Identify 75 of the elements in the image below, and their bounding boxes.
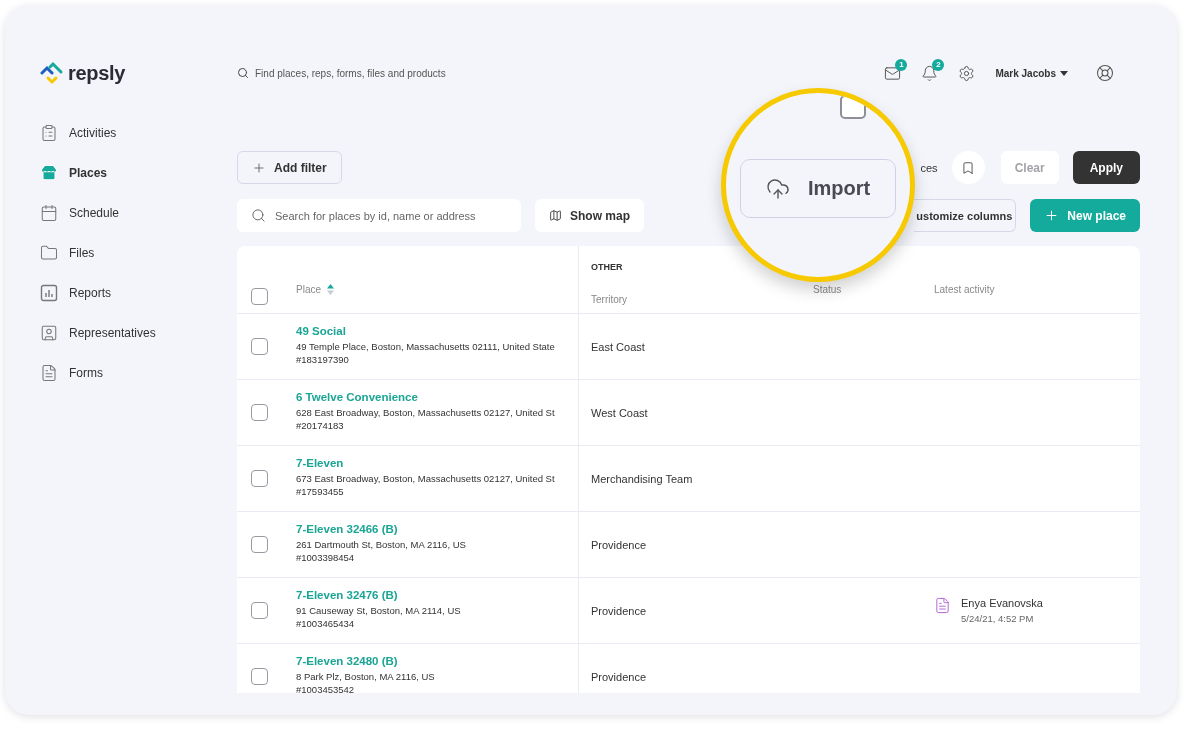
search-icon xyxy=(251,208,266,223)
add-filter-button[interactable]: Add filter xyxy=(237,151,342,184)
place-id: #1003453542 xyxy=(296,684,356,693)
address-text: 49 Temple Place, Boston, Massachusetts 02111, United State xyxy=(296,341,556,352)
place-id: #1003398454 xyxy=(296,552,356,563)
activity-time: 5/24/21, 4:52 PM xyxy=(961,613,1035,624)
plus-icon xyxy=(252,160,266,175)
column-header: Status xyxy=(813,284,843,295)
apply-button[interactable]: Apply xyxy=(1072,151,1140,184)
mail-icon xyxy=(884,64,902,82)
sidebar-item[interactable]: Forms xyxy=(40,353,237,393)
sidebar-item[interactable]: Schedule xyxy=(40,193,237,233)
sidebar-item[interactable]: Files xyxy=(40,233,237,273)
store-icon xyxy=(40,164,58,182)
address-text: 628 East Broadway, Boston, Massachusetts 02127, United St xyxy=(296,407,556,418)
address-text: 673 East Broadway, Boston, Massachusetts 02127, United St xyxy=(296,473,556,484)
place-id: #20174183 xyxy=(296,420,345,431)
checkbox[interactable] xyxy=(840,95,866,119)
place-id: #17593455 xyxy=(296,486,345,497)
bookmark-icon xyxy=(961,160,976,175)
customize-columns-button[interactable]: ustomize columns xyxy=(914,199,1017,232)
territory-text: Merchandising Team xyxy=(591,472,694,485)
sidebar-item[interactable]: Places xyxy=(40,153,237,193)
row-checkbox[interactable] xyxy=(251,602,268,619)
bookmark-button[interactable] xyxy=(951,151,985,184)
territory-text: East Coast xyxy=(591,340,646,353)
territory-text: Providence xyxy=(591,604,648,617)
row-checkbox[interactable] xyxy=(251,404,268,421)
bell-icon xyxy=(921,64,939,82)
bar-chart-icon xyxy=(40,284,58,302)
column-header[interactable]: Place xyxy=(296,284,578,295)
territory-text: Providence xyxy=(591,538,648,551)
count-badge: 2 xyxy=(932,58,945,71)
sidebar-item[interactable]: Activities xyxy=(40,113,237,153)
row-checkbox[interactable] xyxy=(251,536,268,553)
sidebar-item[interactable]: Representatives xyxy=(40,313,237,353)
caret-icon xyxy=(1060,70,1068,76)
address-text: 91 Causeway St, Boston, MA 2114, US xyxy=(296,605,462,616)
folder-icon xyxy=(40,244,58,262)
logo-text: repsly xyxy=(68,61,126,85)
sort-icon[interactable] xyxy=(327,284,334,295)
plus-icon xyxy=(1044,208,1060,223)
settings-icon[interactable] xyxy=(958,64,976,82)
form-icon xyxy=(934,597,951,614)
import-button[interactable]: Import xyxy=(740,159,896,218)
column-header: Territory xyxy=(591,294,629,305)
clipboard-icon xyxy=(40,124,58,142)
calendar-icon xyxy=(40,204,58,222)
count-badge: 1 xyxy=(895,58,908,71)
row-checkbox[interactable] xyxy=(251,338,268,355)
sidebar-item[interactable]: Reports xyxy=(40,273,237,313)
user-menu[interactable]: Mark Jacobs xyxy=(995,67,1068,79)
map-icon xyxy=(549,209,562,222)
rep-name: Enya Evanovska xyxy=(961,597,1043,609)
user-card-icon xyxy=(40,324,58,342)
address-text: 261 Dartmouth St, Boston, MA 2116, US xyxy=(296,539,467,550)
territory-text: Providence xyxy=(591,670,648,683)
logo-icon xyxy=(40,61,64,85)
row-checkbox[interactable] xyxy=(251,470,268,487)
place-id: #183197390 xyxy=(296,354,350,365)
search-icon xyxy=(237,67,249,79)
select-all-checkbox[interactable] xyxy=(251,288,268,305)
form-icon xyxy=(40,364,58,382)
column-header: Latest activity xyxy=(934,284,996,295)
show-map-button[interactable]: Show map xyxy=(535,199,644,232)
group-label: OTHER xyxy=(591,262,624,272)
place-id: #1003465434 xyxy=(296,618,356,629)
cloud-upload-icon xyxy=(765,176,790,201)
search-field[interactable]: Search for places by id, name or address xyxy=(237,199,521,232)
places-label[interactable]: ces xyxy=(920,161,938,174)
row-checkbox[interactable] xyxy=(251,668,268,685)
global-search-field[interactable]: Find places, reps, forms, files and products xyxy=(255,67,446,79)
territory-text: West Coast xyxy=(591,406,649,419)
address-text: 8 Park Plz, Boston, MA 2116, US xyxy=(296,671,436,682)
help-icon[interactable] xyxy=(1096,64,1114,82)
